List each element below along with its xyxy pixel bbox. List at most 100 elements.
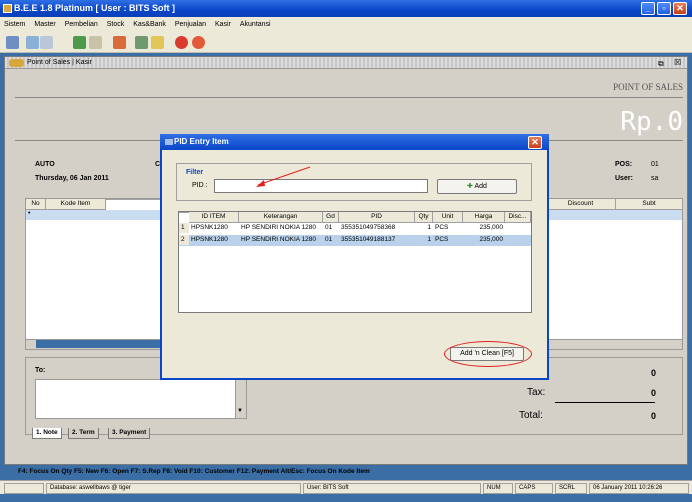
cell-gd: 01 <box>325 224 333 231</box>
filter-label: Filter <box>186 169 204 176</box>
dialog-title: PID Entry Item <box>160 134 549 150</box>
note-textarea[interactable] <box>35 379 247 419</box>
add-button-label: Add <box>474 183 487 190</box>
bee-logo-icon <box>9 59 24 67</box>
col-header-gd[interactable]: Gd <box>323 212 339 223</box>
add-button[interactable]: ✚ Add <box>437 179 517 194</box>
col-header-no[interactable]: No <box>26 199 46 210</box>
menu-pembelian[interactable]: Pembelian <box>65 21 98 28</box>
summary-first-value: 0 <box>651 368 657 378</box>
total-divider <box>555 402 655 403</box>
pos-header: POINT OF SALES <box>613 82 683 92</box>
menu-stock[interactable]: Stock <box>107 21 125 28</box>
cell-unit: PCS <box>435 236 449 243</box>
cell-harga: 235,000 <box>479 236 504 243</box>
minimize-button[interactable]: _ <box>641 2 655 15</box>
cell-id-item: HPSNK1280 <box>191 236 228 243</box>
divider <box>15 97 683 98</box>
total-value: 0 <box>651 411 657 421</box>
total-amount-display: Rp.0 <box>620 107 683 137</box>
status-bar: Database: aswellbaws @ tiger User: BITS … <box>0 480 692 494</box>
cell-qty: 1 <box>427 236 431 243</box>
status-caps: CAPS <box>515 483 553 494</box>
tax-label: Tax: <box>527 387 546 398</box>
status-cell-blank <box>4 483 44 494</box>
menu-kasbank[interactable]: Kas&Bank <box>133 21 166 28</box>
window-close-icon[interactable]: ☒ <box>674 58 681 67</box>
col-header-id-item[interactable]: ID ITEM <box>189 212 239 223</box>
cell-keterangan: HP SENDIRI NOKIA 1280 <box>241 224 317 231</box>
table-row[interactable]: 1 HPSNK1280 HP SENDIRI NOKIA 1280 01 355… <box>179 223 531 234</box>
dialog-close-button[interactable]: ✕ <box>528 136 542 149</box>
row-indicator-icon: • <box>28 210 31 217</box>
pid-label: PID : <box>192 182 208 189</box>
cell-pid: 355351049758368 <box>341 224 396 231</box>
toolbar-icon-8[interactable] <box>151 36 164 49</box>
toolbar-icon-5[interactable] <box>89 36 102 49</box>
mode-label: AUTO <box>35 161 55 168</box>
menu-bar: Sistem Master Pembelian Stock Kas&Bank P… <box>0 17 692 33</box>
cell-qty: 1 <box>427 224 431 231</box>
date-label: Thursday, 06 Jan 2011 <box>35 175 109 182</box>
annotation-circle <box>444 341 532 367</box>
user-value: sa <box>651 175 659 182</box>
toolbar-icon-4[interactable] <box>73 36 86 49</box>
col-header-harga[interactable]: Harga <box>463 212 505 223</box>
tab-payment[interactable]: 3. Payment <box>108 428 151 439</box>
tab-note[interactable]: 1. Note <box>32 428 62 439</box>
cell-harga: 235,000 <box>479 224 504 231</box>
app-icon <box>3 4 12 13</box>
menu-master[interactable]: Master <box>34 21 55 28</box>
pos-window-title: Point of Sales | Kasir <box>5 57 687 69</box>
status-database: Database: aswellbaws @ tiger <box>46 483 301 494</box>
table-row[interactable]: 2 HPSNK1280 HP SENDIRI NOKIA 1280 01 355… <box>179 235 531 246</box>
window-titlebar: B.E.E 1.8 Platinum [ User : BITS Soft ] <box>0 0 692 17</box>
cell-gd: 01 <box>325 236 333 243</box>
scrollbar-thumb[interactable] <box>36 340 176 348</box>
exit-icon[interactable] <box>192 36 205 49</box>
col-header-qty[interactable]: Qty <box>415 212 433 223</box>
function-keys-hint: F4: Focus On Qty F5: New F6: Open F7: S.… <box>18 468 370 475</box>
pid-items-grid[interactable]: ID ITEM Keterangan Gd PID Qty Unit Harga… <box>178 211 532 313</box>
menu-penjualan[interactable]: Penjualan <box>175 21 206 28</box>
col-header-indicator <box>179 212 189 213</box>
menu-akuntansi[interactable]: Akuntansi <box>240 21 271 28</box>
toolbar-icon-7[interactable] <box>135 36 148 49</box>
tab-term[interactable]: 2. Term <box>68 428 99 439</box>
to-label: To: <box>35 367 46 374</box>
status-datetime: 06 January 2011 10:26:26 <box>589 483 689 494</box>
status-scrl: SCRL <box>555 483 587 494</box>
restore-button[interactable]: ▫ <box>657 2 671 15</box>
toolbar-icon-2[interactable] <box>26 36 39 49</box>
dialog-icon <box>165 139 173 145</box>
status-num: NUM <box>483 483 513 494</box>
toolbar-icon-6[interactable] <box>113 36 126 49</box>
total-label: Total: <box>519 410 543 421</box>
row-number: 1 <box>179 223 189 233</box>
cell-unit: PCS <box>435 224 449 231</box>
close-button[interactable]: ✕ <box>673 2 687 15</box>
cell-pid: 355351049188137 <box>341 236 396 243</box>
cell-id-item: HPSNK1280 <box>191 224 228 231</box>
col-header-subtotal[interactable]: Subt <box>616 199 683 210</box>
col-header-discount[interactable]: Discount <box>546 199 616 210</box>
tax-value: 0 <box>651 388 657 398</box>
status-user: User: BITS Soft <box>303 483 481 494</box>
col-header-keterangan[interactable]: Keterangan <box>239 212 323 223</box>
window-tile-icon[interactable]: ⧉ <box>658 59 664 69</box>
stop-icon[interactable] <box>175 36 188 49</box>
user-label: User: <box>615 175 633 182</box>
col-header-pid[interactable]: PID <box>339 212 415 223</box>
pos-label: POS: <box>615 161 633 168</box>
menu-kasir[interactable]: Kasir <box>215 21 231 28</box>
menu-sistem[interactable]: Sistem <box>4 21 25 28</box>
col-header-unit[interactable]: Unit <box>433 212 463 223</box>
cell-keterangan: HP SENDIRI NOKIA 1280 <box>241 236 317 243</box>
col-header-kode[interactable]: Kode Item <box>46 199 106 210</box>
col-header-disc[interactable]: Disc... <box>505 212 531 223</box>
scroll-down-icon[interactable]: ▼ <box>237 408 243 414</box>
annotation-arrow-icon <box>256 166 311 187</box>
pid-input[interactable] <box>214 179 428 193</box>
toolbar-icon-3[interactable] <box>40 36 53 49</box>
toolbar-icon-1[interactable] <box>6 36 19 49</box>
